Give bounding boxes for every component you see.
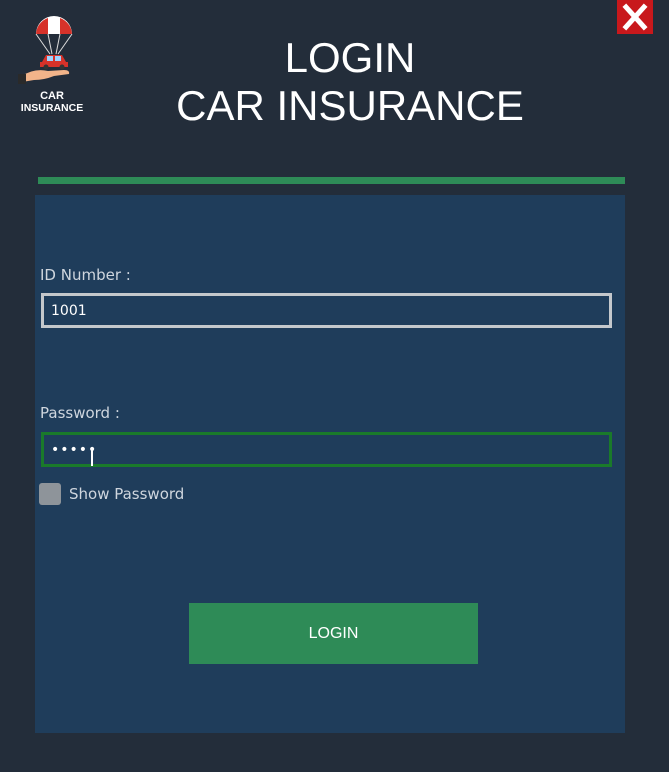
text-caret [91, 449, 93, 466]
login-window: CAR INSURANCE LOGIN CAR INSURANCE ID Num… [0, 0, 669, 772]
close-button[interactable] [617, 0, 653, 34]
login-button[interactable]: LOGIN [189, 603, 478, 664]
show-password-label: Show Password [69, 485, 185, 503]
app-logo: CAR INSURANCE [14, 10, 90, 114]
show-password-checkbox[interactable] [39, 483, 61, 505]
password-input[interactable] [41, 432, 612, 467]
page-title-line1: LOGIN [284, 34, 416, 81]
close-icon [622, 3, 648, 31]
id-number-input[interactable] [41, 293, 612, 328]
logo-text-line1: CAR [40, 90, 64, 102]
accent-divider [38, 177, 625, 184]
password-label: Password : [40, 404, 120, 422]
page-title-line2: CAR INSURANCE [176, 82, 524, 129]
login-form-panel: ID Number : Password : Show Password LOG… [35, 195, 625, 733]
id-number-label: ID Number : [40, 266, 131, 284]
logo-text-line2: INSURANCE [20, 102, 84, 114]
show-password-row[interactable]: Show Password [39, 482, 184, 506]
